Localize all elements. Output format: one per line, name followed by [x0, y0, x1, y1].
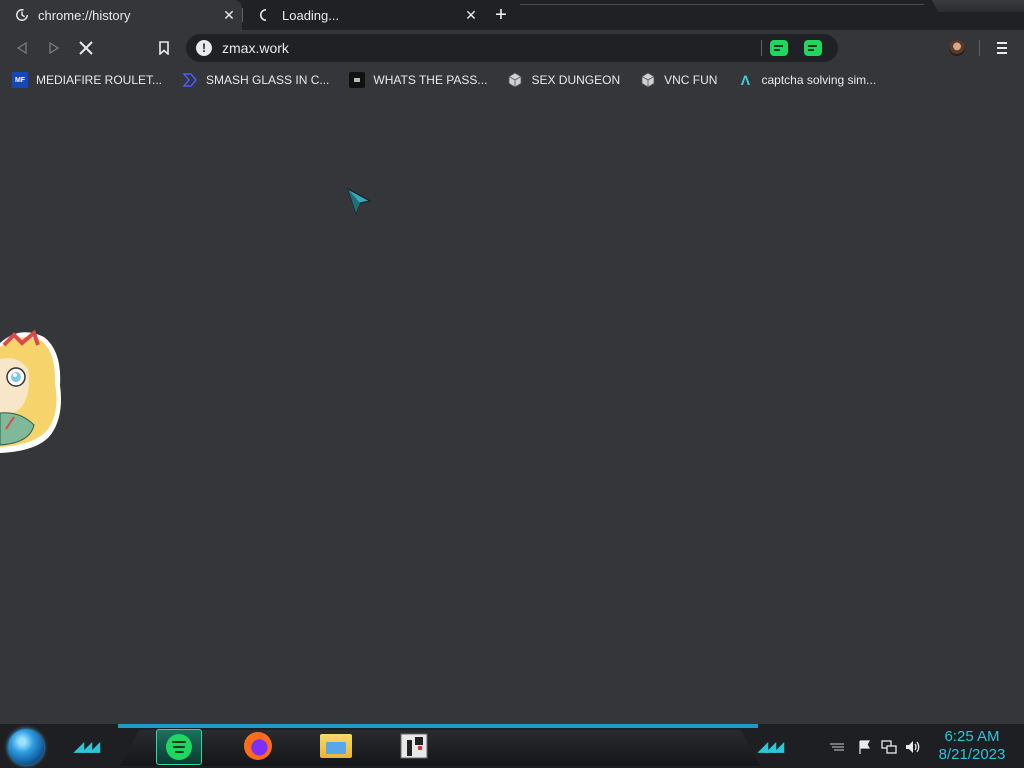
clock-date: 8/21/2023: [938, 746, 1006, 763]
bookmark-smash-glass[interactable]: SMASH GLASS IN C...: [170, 68, 337, 92]
tab-divider: [242, 8, 243, 22]
address-bar[interactable]: ! zmax.work: [186, 34, 838, 62]
bookmark-mediafire[interactable]: MF MEDIAFIRE ROULET...: [0, 68, 170, 92]
close-tab-icon[interactable]: ✕: [463, 7, 479, 23]
system-clock[interactable]: 6:25 AM 8/21/2023: [930, 728, 1014, 764]
profile-avatar[interactable]: [949, 40, 965, 56]
bookmark-label: captcha solving sim...: [761, 73, 877, 87]
forward-button[interactable]: [42, 36, 66, 60]
mouse-cursor-icon: [346, 187, 372, 222]
bookmark-whats-the-pass[interactable]: WHATS THE PASS...: [337, 68, 495, 92]
bookmark-label: SEX DUNGEON: [531, 73, 621, 87]
tab-history[interactable]: chrome://history ✕: [0, 0, 242, 30]
bookmark-icon: [159, 41, 169, 55]
bookmark-sex-dungeon[interactable]: SEX DUNGEON: [495, 68, 628, 92]
taskbar-band: [120, 730, 760, 766]
volume-icon[interactable]: [904, 738, 922, 756]
tab-loading[interactable]: Loading... ✕: [244, 0, 484, 30]
url-text[interactable]: zmax.work: [222, 40, 761, 56]
spotify-icon: [166, 734, 192, 760]
spotify-extension-icon[interactable]: [770, 40, 788, 56]
taskbar-decor-chevrons-right: ◢◢◢: [758, 739, 784, 754]
clock-time: 6:25 AM: [944, 728, 1000, 745]
tab-title: Loading...: [282, 7, 340, 23]
bookmark-label: MEDIAFIRE ROULET...: [36, 73, 163, 87]
lambda-icon: Λ: [740, 72, 751, 88]
cube-icon: [640, 72, 656, 88]
chrome-menu-icon[interactable]: [994, 40, 1010, 56]
spotify-extension-icon-2[interactable]: [804, 40, 822, 56]
back-icon: [16, 42, 27, 54]
tab-strip: chrome://history ✕ Loading... ✕ +: [0, 0, 1024, 30]
app-window-icon: [400, 733, 428, 759]
omnibox-divider: [761, 40, 762, 56]
loading-spinner-icon: [258, 7, 274, 23]
site-info-icon[interactable]: !: [196, 40, 212, 56]
firefox-icon: [244, 732, 272, 760]
taskbar-firefox[interactable]: [236, 729, 280, 763]
start-button[interactable]: [8, 729, 44, 765]
bookmark-button[interactable]: [152, 36, 176, 60]
close-tab-icon[interactable]: ✕: [221, 7, 237, 23]
toolbar: ! zmax.work: [0, 30, 1024, 66]
cartoon-character-sticker: [0, 325, 64, 460]
action-center-flag-icon[interactable]: [856, 738, 874, 756]
chevron-logo-icon: [182, 72, 198, 88]
window-frame-decoration: [932, 0, 1024, 12]
network-icon[interactable]: [880, 738, 898, 756]
new-tab-button[interactable]: +: [490, 4, 512, 26]
taskbar-file-explorer[interactable]: [314, 729, 358, 763]
toolbar-divider: [979, 40, 980, 56]
forward-icon: [49, 42, 60, 54]
taskbar-glow-line: [118, 724, 758, 728]
dark-site-icon: [349, 72, 366, 88]
history-icon: [14, 7, 30, 23]
taskbar-decor-chevrons: ◢◢◢: [74, 739, 100, 754]
cube-icon: [507, 72, 523, 88]
bookmark-label: VNC FUN: [664, 73, 718, 87]
bookmark-label: WHATS THE PASS...: [373, 73, 488, 87]
back-button[interactable]: [10, 36, 34, 60]
bookmark-vnc-fun[interactable]: VNC FUN: [628, 68, 725, 92]
bookmark-label: SMASH GLASS IN C...: [206, 73, 330, 87]
stop-loading-button[interactable]: [74, 36, 98, 60]
tabstrip-decor-line: [520, 4, 924, 5]
page-content: [0, 94, 1024, 724]
bookmark-captcha[interactable]: Λ captcha solving sim...: [725, 68, 884, 92]
show-hidden-icons[interactable]: [828, 738, 846, 756]
taskbar-spotify[interactable]: [156, 729, 202, 765]
close-icon: [79, 41, 93, 55]
folder-icon: [320, 734, 352, 758]
tab-title: chrome://history: [38, 7, 131, 23]
taskbar-app[interactable]: [392, 729, 436, 763]
mediafire-icon: MF: [12, 72, 28, 88]
bookmarks-bar: MF MEDIAFIRE ROULET... SMASH GLASS IN C.…: [0, 66, 1024, 94]
